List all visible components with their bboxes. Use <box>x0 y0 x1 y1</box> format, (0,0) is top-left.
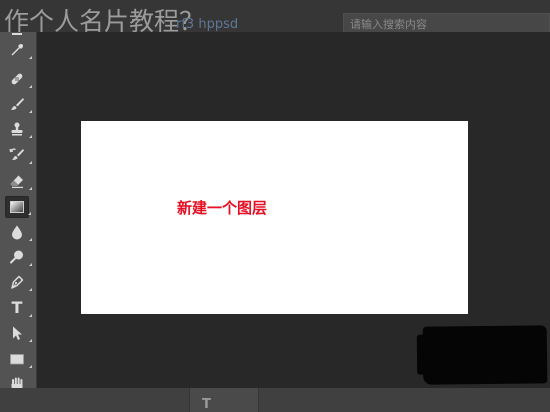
healing-brush-tool[interactable] <box>5 68 32 90</box>
site-search-input[interactable]: 请输入搜索内容 <box>343 13 550 32</box>
dodge-icon <box>10 250 23 264</box>
eyedropper-tool[interactable] <box>5 39 32 61</box>
pen-tool[interactable] <box>5 271 32 293</box>
rectangle-icon <box>10 354 24 365</box>
pen-icon <box>11 275 24 289</box>
document-workspace[interactable]: 新建一个图层 <box>37 32 550 388</box>
site-search-placeholder: 请输入搜索内容 <box>350 18 427 31</box>
bottom-status-bar: T <box>0 388 550 412</box>
blur-tool[interactable] <box>5 221 32 243</box>
web-page-header: 作个人名片教程？ rf3 hppsd 请输入搜索内容 <box>0 0 550 32</box>
eyedropper-icon <box>11 44 23 56</box>
page-title-link[interactable]: rf3 hppsd <box>176 18 238 32</box>
eraser-tool[interactable] <box>5 170 32 192</box>
canvas-annotation-text: 新建一个图层 <box>177 199 268 217</box>
drop-icon <box>12 225 22 240</box>
redaction-mark <box>422 325 548 385</box>
tool-top-partial[interactable] <box>5 26 29 38</box>
brush-tool[interactable] <box>5 93 32 115</box>
clone-stamp-tool[interactable] <box>5 118 32 140</box>
type-icon-partial: T <box>202 397 211 412</box>
lasso-icon <box>12 33 22 35</box>
photoshop-screenshot: 作个人名片教程？ rf3 hppsd 请输入搜索内容 T 新建一个图层 T <box>0 0 550 412</box>
type-icon: T <box>11 298 23 317</box>
stamp-icon <box>11 122 23 136</box>
path-selection-tool[interactable] <box>5 322 32 344</box>
document-canvas[interactable]: 新建一个图层 <box>81 121 468 314</box>
bottom-panel-tab[interactable]: T <box>189 388 259 412</box>
gradient-tool[interactable] <box>5 196 31 218</box>
bandage-icon <box>11 73 23 85</box>
history-brush-icon <box>9 148 24 160</box>
type-tool[interactable]: T <box>5 297 32 319</box>
arrow-icon <box>13 326 22 340</box>
gradient-icon <box>10 201 24 213</box>
tools-panel: T <box>0 32 37 390</box>
history-brush-tool[interactable] <box>5 144 32 166</box>
page-title: 作个人名片教程？ <box>4 7 205 32</box>
eraser-icon <box>10 175 23 188</box>
brush-icon <box>11 98 24 110</box>
dodge-tool[interactable] <box>5 246 32 268</box>
rectangle-tool[interactable] <box>5 348 32 370</box>
